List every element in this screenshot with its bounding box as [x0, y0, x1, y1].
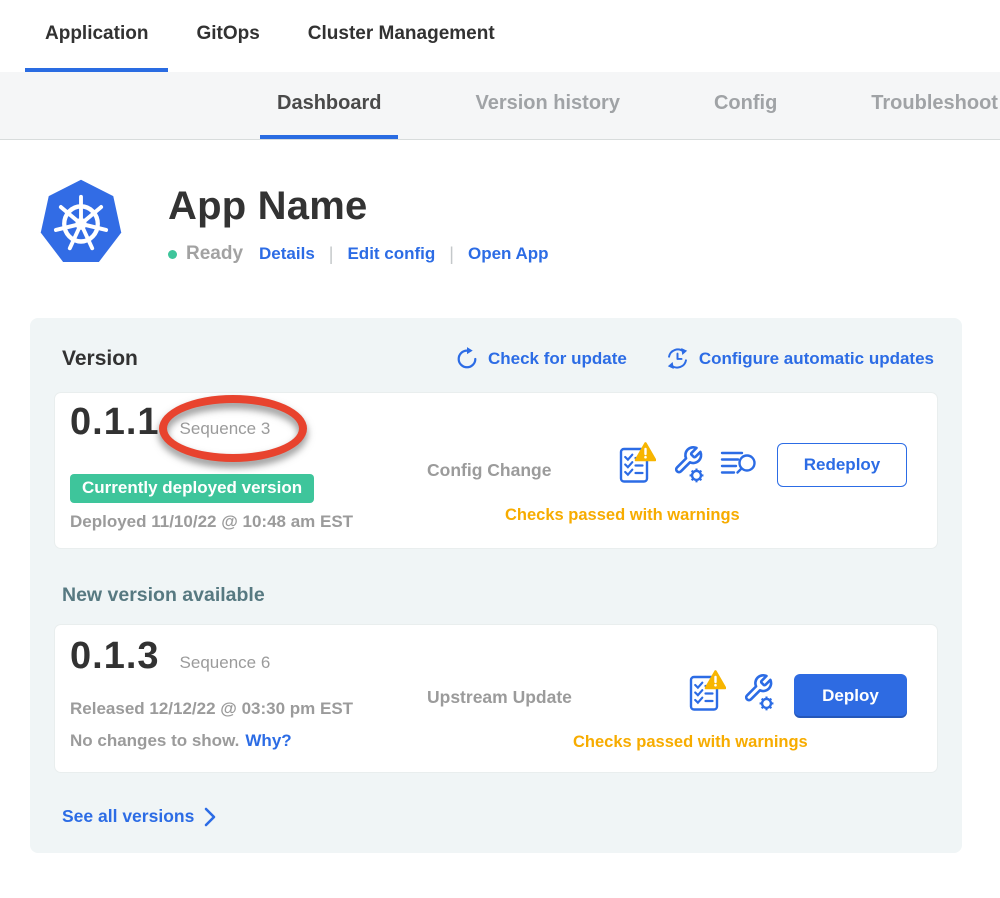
new-version-heading: New version available	[62, 584, 937, 607]
deployed-timestamp: Deployed 11/10/22 @ 10:48 am EST	[70, 512, 353, 532]
version-source-label: Config Change	[427, 460, 551, 481]
configure-automatic-updates-link[interactable]: Configure automatic updates	[665, 346, 934, 371]
available-version-action-icons	[688, 669, 775, 712]
available-version-sequence: Sequence 6	[180, 653, 271, 673]
current-version-card: 0.1.1 Sequence 3 Currently deployed vers…	[55, 393, 937, 548]
open-app-link[interactable]: Open App	[468, 244, 549, 264]
app-title: App Name	[168, 184, 549, 229]
status-dot-icon	[168, 250, 177, 259]
check-for-update-link[interactable]: Check for update	[455, 346, 627, 371]
deploy-button[interactable]: Deploy	[794, 674, 907, 718]
app-status-row: Ready Details | Edit config | Open App	[168, 243, 549, 265]
version-panel-title: Version	[62, 347, 138, 371]
available-version-line: 0.1.3 Sequence 6	[70, 635, 270, 678]
version-panel: Version Check for update Configure autom…	[30, 318, 962, 853]
version-panel-header: Version Check for update Configure autom…	[55, 346, 937, 371]
no-changes-text: No changes to show.Why?	[70, 731, 292, 751]
subnav-tab-dashboard[interactable]: Dashboard	[260, 72, 398, 139]
current-version-sequence: Sequence 3	[180, 419, 271, 439]
available-checks-status: Checks passed with warnings	[573, 733, 808, 752]
current-checks-status: Checks passed with warnings	[505, 506, 740, 525]
available-version-number: 0.1.3	[70, 635, 160, 678]
app-meta: App Name Ready Details | Edit config | O…	[168, 178, 549, 268]
link-divider: |	[329, 244, 334, 265]
app-header: App Name Ready Details | Edit config | O…	[38, 178, 1000, 268]
subnav-tab-troubleshoot[interactable]: Troubleshoot	[854, 72, 1000, 139]
preflight-checks-icon[interactable]	[618, 441, 656, 484]
status-label: Ready	[186, 243, 243, 265]
available-version-card: 0.1.3 Sequence 6 Released 12/12/22 @ 03:…	[55, 625, 937, 772]
refresh-icon	[455, 346, 479, 371]
why-link[interactable]: Why?	[245, 731, 291, 750]
subnav-tab-version-history[interactable]: Version history	[458, 72, 637, 139]
preflight-checks-icon[interactable]	[688, 669, 726, 712]
topnav-tab-gitops[interactable]: GitOps	[176, 0, 279, 72]
see-all-versions-link[interactable]: See all versions	[62, 806, 216, 827]
topnav-tab-application[interactable]: Application	[25, 0, 168, 72]
subnav-tab-config[interactable]: Config	[697, 72, 794, 139]
current-version-action-icons	[618, 441, 757, 484]
edit-config-link[interactable]: Edit config	[347, 244, 435, 264]
auto-update-icon	[665, 346, 690, 371]
app-subnav: Dashboard Version history Config Trouble…	[0, 72, 1000, 140]
config-wrench-icon[interactable]	[671, 443, 705, 483]
top-nav: Application GitOps Cluster Management	[0, 0, 1000, 72]
topnav-tab-cluster-management[interactable]: Cluster Management	[288, 0, 515, 72]
version-source-label: Upstream Update	[427, 687, 572, 708]
current-version-number: 0.1.1	[70, 401, 160, 444]
config-wrench-icon[interactable]	[741, 671, 775, 711]
version-panel-actions: Check for update Configure automatic upd…	[455, 346, 934, 371]
kubernetes-logo-icon	[38, 178, 124, 268]
details-link[interactable]: Details	[259, 244, 315, 264]
diff-view-icon[interactable]	[720, 446, 757, 480]
redeploy-button[interactable]: Redeploy	[777, 443, 907, 487]
currently-deployed-badge: Currently deployed version	[70, 474, 314, 503]
link-divider: |	[449, 244, 454, 265]
chevron-right-icon	[204, 807, 216, 827]
released-timestamp: Released 12/12/22 @ 03:30 pm EST	[70, 699, 353, 719]
current-version-line: 0.1.1 Sequence 3	[70, 401, 270, 444]
